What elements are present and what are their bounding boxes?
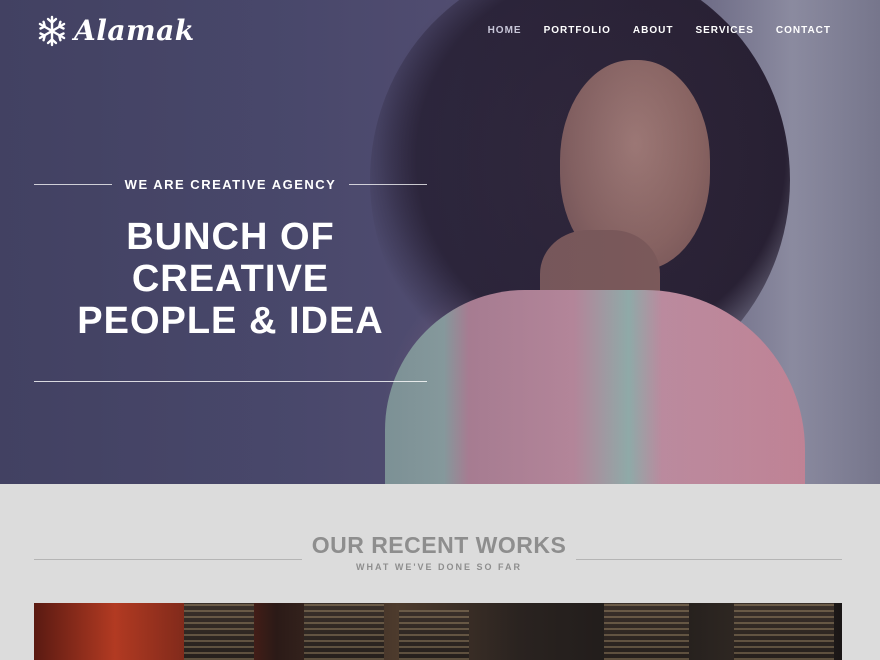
hero-section: Alamak HOME PORTFOLIO ABOUT SERVICES CON… (0, 0, 880, 484)
hero-headline-line-1: BUNCH OF (126, 216, 335, 258)
nav-item-contact[interactable]: CONTACT (776, 25, 831, 36)
hero-tagline-row: WE ARE CREATIVE AGENCY (34, 175, 427, 193)
nav-item-about[interactable]: ABOUT (633, 25, 674, 36)
hero-tagline: WE ARE CREATIVE AGENCY (124, 176, 337, 192)
hero-headline: BUNCH OF CREATIVE PEOPLE & IDEA (34, 216, 427, 342)
hero-headline-line-2: CREATIVE (131, 258, 330, 300)
hero-divider (34, 381, 427, 382)
work-thumbnail-building (604, 603, 689, 660)
snowflake-icon (38, 15, 66, 46)
brand-name: Alamak (74, 14, 195, 47)
works-subtitle: WHAT WE'VE DONE SO FAR (356, 562, 522, 572)
recent-works-section: OUR RECENT WORKS WHAT WE'VE DONE SO FAR (0, 484, 880, 660)
brand-logo[interactable]: Alamak (36, 14, 195, 47)
work-thumbnail-building (399, 610, 469, 660)
work-thumbnail-building (734, 603, 834, 660)
work-thumbnail[interactable] (34, 603, 842, 660)
nav-item-home[interactable]: HOME (488, 25, 522, 36)
tagline-divider-right (349, 183, 427, 185)
tagline-divider-left (34, 183, 112, 185)
hero-headline-line-3: PEOPLE & IDEA (77, 300, 384, 342)
works-title: OUR RECENT WORKS (311, 532, 567, 558)
work-thumbnail-building (184, 603, 254, 660)
works-divider-left (34, 559, 302, 560)
main-nav: HOME PORTFOLIO ABOUT SERVICES CONTACT (488, 25, 831, 36)
work-thumbnail-building (304, 603, 384, 660)
nav-item-services[interactable]: SERVICES (695, 25, 753, 36)
nav-item-portfolio[interactable]: PORTFOLIO (544, 25, 611, 36)
works-divider-right (576, 559, 842, 560)
